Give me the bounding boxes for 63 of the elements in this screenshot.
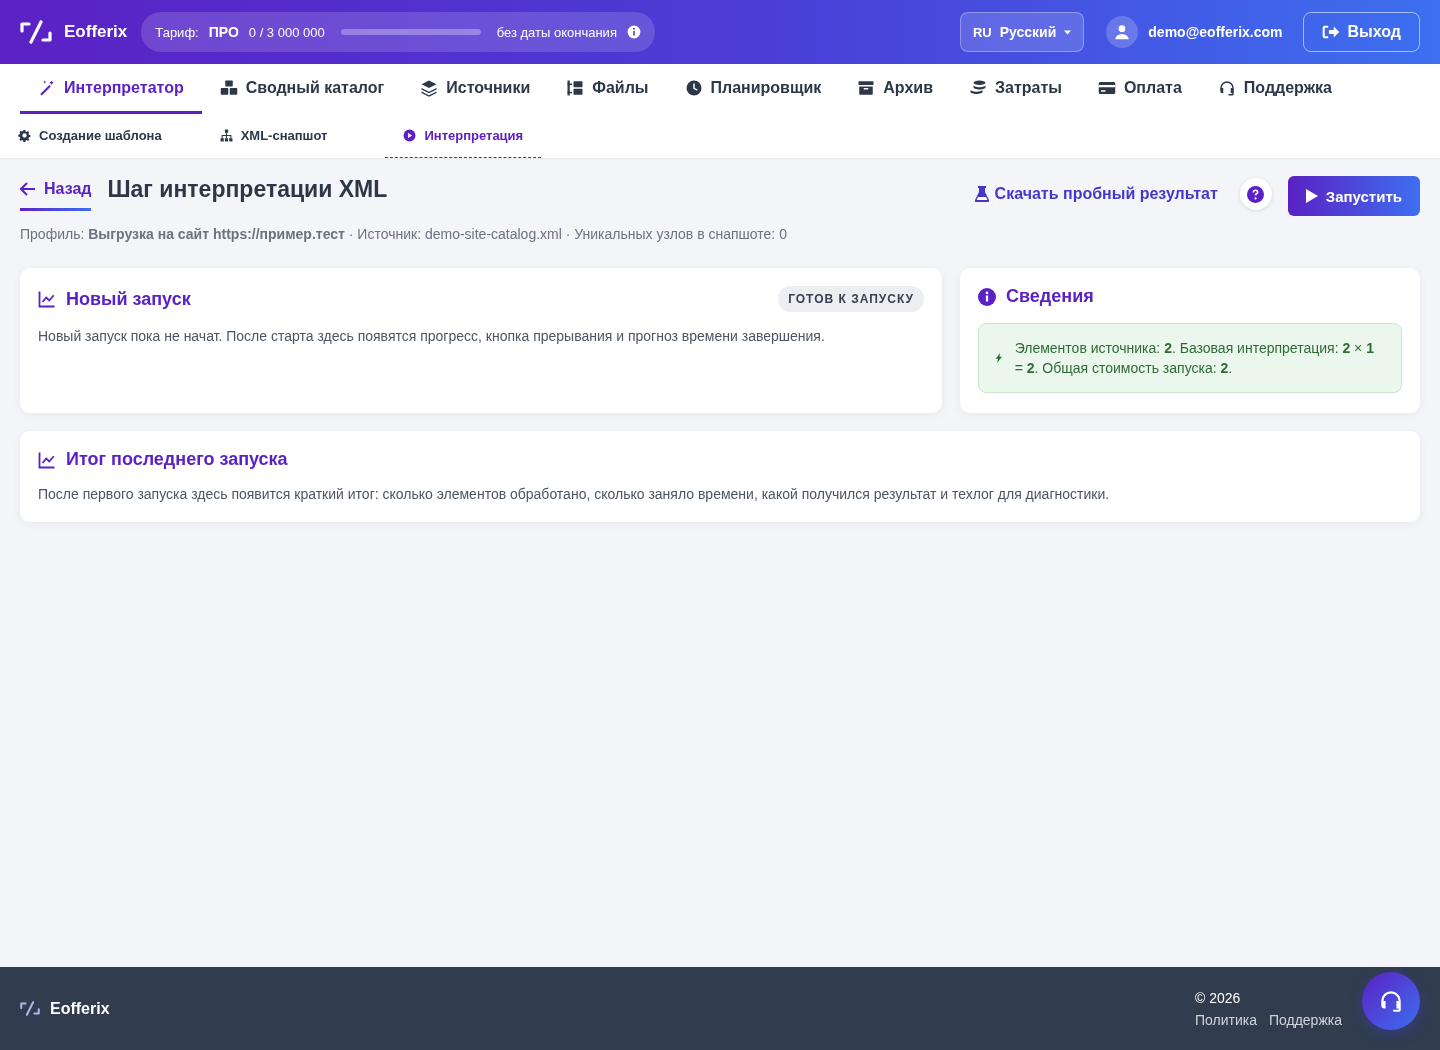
user-email: demo@eofferix.com bbox=[1148, 24, 1283, 40]
sub-tab[interactable]: Интерпретация bbox=[385, 114, 542, 158]
logout-button[interactable]: Выход bbox=[1302, 12, 1420, 52]
info-icon bbox=[626, 25, 641, 39]
coins-icon bbox=[969, 78, 987, 97]
chart-line-icon bbox=[38, 450, 56, 469]
copyright: © 2026 bbox=[1194, 989, 1242, 1006]
person-icon bbox=[1114, 24, 1131, 40]
page-title: Шаг интерпретации XML bbox=[107, 176, 388, 203]
flask-icon bbox=[974, 186, 989, 202]
footer-brand: Eofferix bbox=[50, 999, 110, 1018]
nav-tab[interactable]: Оплата bbox=[1079, 64, 1200, 114]
gear-icon bbox=[18, 129, 31, 142]
logo-icon bbox=[20, 20, 52, 44]
play-icon bbox=[1305, 189, 1318, 203]
play-circle-icon bbox=[403, 129, 417, 142]
plan-label: Тариф: bbox=[155, 24, 199, 40]
card-text: Новый запуск пока не начат. После старта здесь появятся прогресс, кнопка прерывания и прогноз времени завершения. bbox=[38, 328, 826, 344]
card-title: Итог последнего запуска bbox=[66, 449, 288, 470]
back-link[interactable]: Назад bbox=[20, 176, 92, 211]
layers-icon bbox=[420, 78, 439, 97]
run-button[interactable]: Запустить bbox=[1287, 176, 1420, 216]
usage-count: 0 / 3 000 000 bbox=[248, 24, 325, 40]
nav-tab[interactable]: Файлы bbox=[548, 64, 667, 114]
headset-icon bbox=[1217, 78, 1236, 97]
boxes-icon bbox=[219, 78, 238, 97]
card-title: Сведения bbox=[1006, 286, 1094, 307]
card-text: После первого запуска здесь появится краткий итог: сколько элементов обработано, сколько заняло времени, какой получился результат и техлог для диагностики. bbox=[38, 486, 1111, 502]
nav-tab[interactable]: Затраты bbox=[951, 64, 1080, 114]
sign-out-icon bbox=[1321, 24, 1340, 40]
language-name: Русский bbox=[999, 24, 1057, 40]
nav-tab[interactable]: Сводный каталог bbox=[201, 64, 403, 114]
chart-line-icon bbox=[38, 290, 56, 308]
footer-link[interactable]: Политика bbox=[1194, 1011, 1257, 1028]
caret-icon bbox=[1064, 29, 1072, 35]
sub-tab[interactable]: XML-снапшот bbox=[219, 114, 346, 158]
wand-icon bbox=[38, 78, 56, 97]
nav-tab[interactable]: Поддержка bbox=[1199, 64, 1350, 114]
logo-icon bbox=[20, 1001, 40, 1016]
question-icon bbox=[1247, 185, 1265, 203]
nav-tab[interactable]: Архив bbox=[839, 64, 951, 114]
cost-text: Элементов источника: 2. Базовая интерпретация: 2 × 1 = 2. Общая стоимость запуска: 2. bbox=[1014, 339, 1375, 378]
card-title: Новый запуск bbox=[66, 288, 191, 310]
arrow-left-icon bbox=[20, 182, 36, 196]
clock-icon bbox=[684, 78, 703, 97]
language-code: RU bbox=[972, 24, 992, 40]
footer-link[interactable]: Поддержка bbox=[1268, 1011, 1342, 1028]
plan-name: ПРО bbox=[208, 24, 239, 40]
language-selector[interactable]: RU Русский bbox=[959, 12, 1085, 52]
download-link[interactable]: Скачать пробный результат bbox=[968, 184, 1224, 204]
nav-tab[interactable]: Планировщик bbox=[666, 64, 840, 114]
sitemap-icon bbox=[219, 129, 233, 142]
nav-tab[interactable]: Источники bbox=[402, 64, 549, 114]
archive-icon bbox=[857, 78, 876, 97]
page-meta: Профиль: Выгрузка на сайт https://пример.тест · Источник: demo-site-catalog.xml · Уникальных узлов в снапшоте: 0 bbox=[20, 226, 788, 242]
plan-expiry: без даты окончания bbox=[496, 24, 617, 40]
sub-tab[interactable]: Создание шаблона bbox=[18, 114, 180, 158]
headset-icon bbox=[1378, 988, 1404, 1014]
brand-name: Eofferix bbox=[64, 22, 128, 42]
folder-tree-icon bbox=[566, 78, 585, 97]
help-button[interactable] bbox=[1239, 178, 1272, 210]
info-icon bbox=[978, 287, 996, 306]
status-badge: ГОТОВ К ЗАПУСКУ bbox=[778, 286, 924, 312]
